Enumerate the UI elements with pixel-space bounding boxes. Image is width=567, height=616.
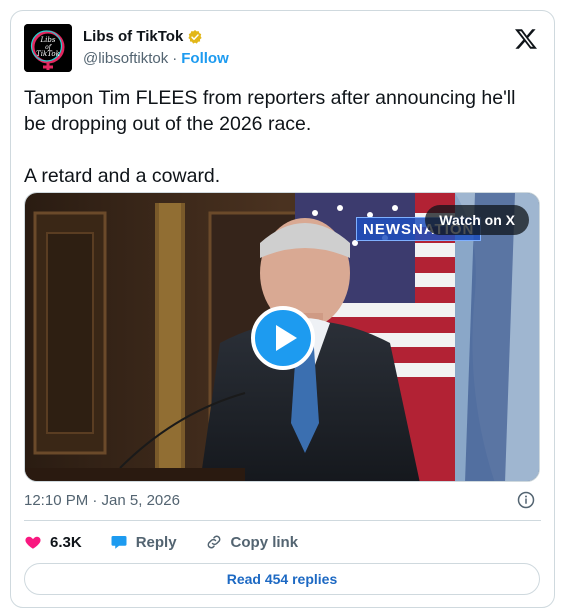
action-bar: 6.3K Reply Copy link <box>24 531 326 553</box>
x-logo-icon[interactable] <box>514 27 538 51</box>
libs-of-tiktok-logo-icon: Libs of TikTok <box>24 24 72 72</box>
reply-bubble-icon <box>111 536 127 549</box>
divider <box>24 520 541 521</box>
avatar-text-1: Libs <box>40 36 56 44</box>
video-player[interactable]: NEWSNATION Watch on X <box>24 192 540 482</box>
play-icon[interactable] <box>251 306 315 370</box>
follow-button[interactable]: Follow <box>181 50 229 67</box>
tweet-card: Libs of TikTok Libs of TikTok @libsoftik… <box>10 10 555 608</box>
copy-link-button[interactable]: Copy link <box>205 533 299 551</box>
reply-button[interactable]: Reply <box>110 533 177 551</box>
tweet-paragraph-1: Tampon Tim FLEES from reporters after an… <box>24 87 516 135</box>
info-icon[interactable] <box>517 491 535 509</box>
tweet-paragraph-2: A retard and a coward. <box>24 165 221 187</box>
handle[interactable]: @libsoftiktok <box>83 50 168 67</box>
copy-link-label: Copy link <box>230 533 299 551</box>
watch-on-x-button[interactable]: Watch on X <box>425 205 529 235</box>
like-button[interactable]: 6.3K <box>24 533 82 551</box>
link-icon <box>207 535 220 549</box>
handle-row: @libsoftiktok · Follow <box>83 50 229 67</box>
avatar-text-3: TikTok <box>36 50 60 58</box>
reply-label: Reply <box>135 533 177 551</box>
like-count: 6.3K <box>50 533 82 551</box>
tweet-text: Tampon Tim FLEES from reporters after an… <box>24 85 539 189</box>
author-name-row: Libs of TikTok <box>83 28 203 45</box>
display-name[interactable]: Libs of TikTok <box>83 28 183 45</box>
avatar[interactable]: Libs of TikTok <box>24 24 72 72</box>
read-replies-button[interactable]: Read 454 replies <box>24 563 540 595</box>
handle-separator: · <box>172 50 178 67</box>
verified-badge-icon <box>188 29 202 44</box>
heart-icon <box>25 536 41 549</box>
tweet-timestamp[interactable]: 12:10 PM · Jan 5, 2026 <box>24 492 180 509</box>
